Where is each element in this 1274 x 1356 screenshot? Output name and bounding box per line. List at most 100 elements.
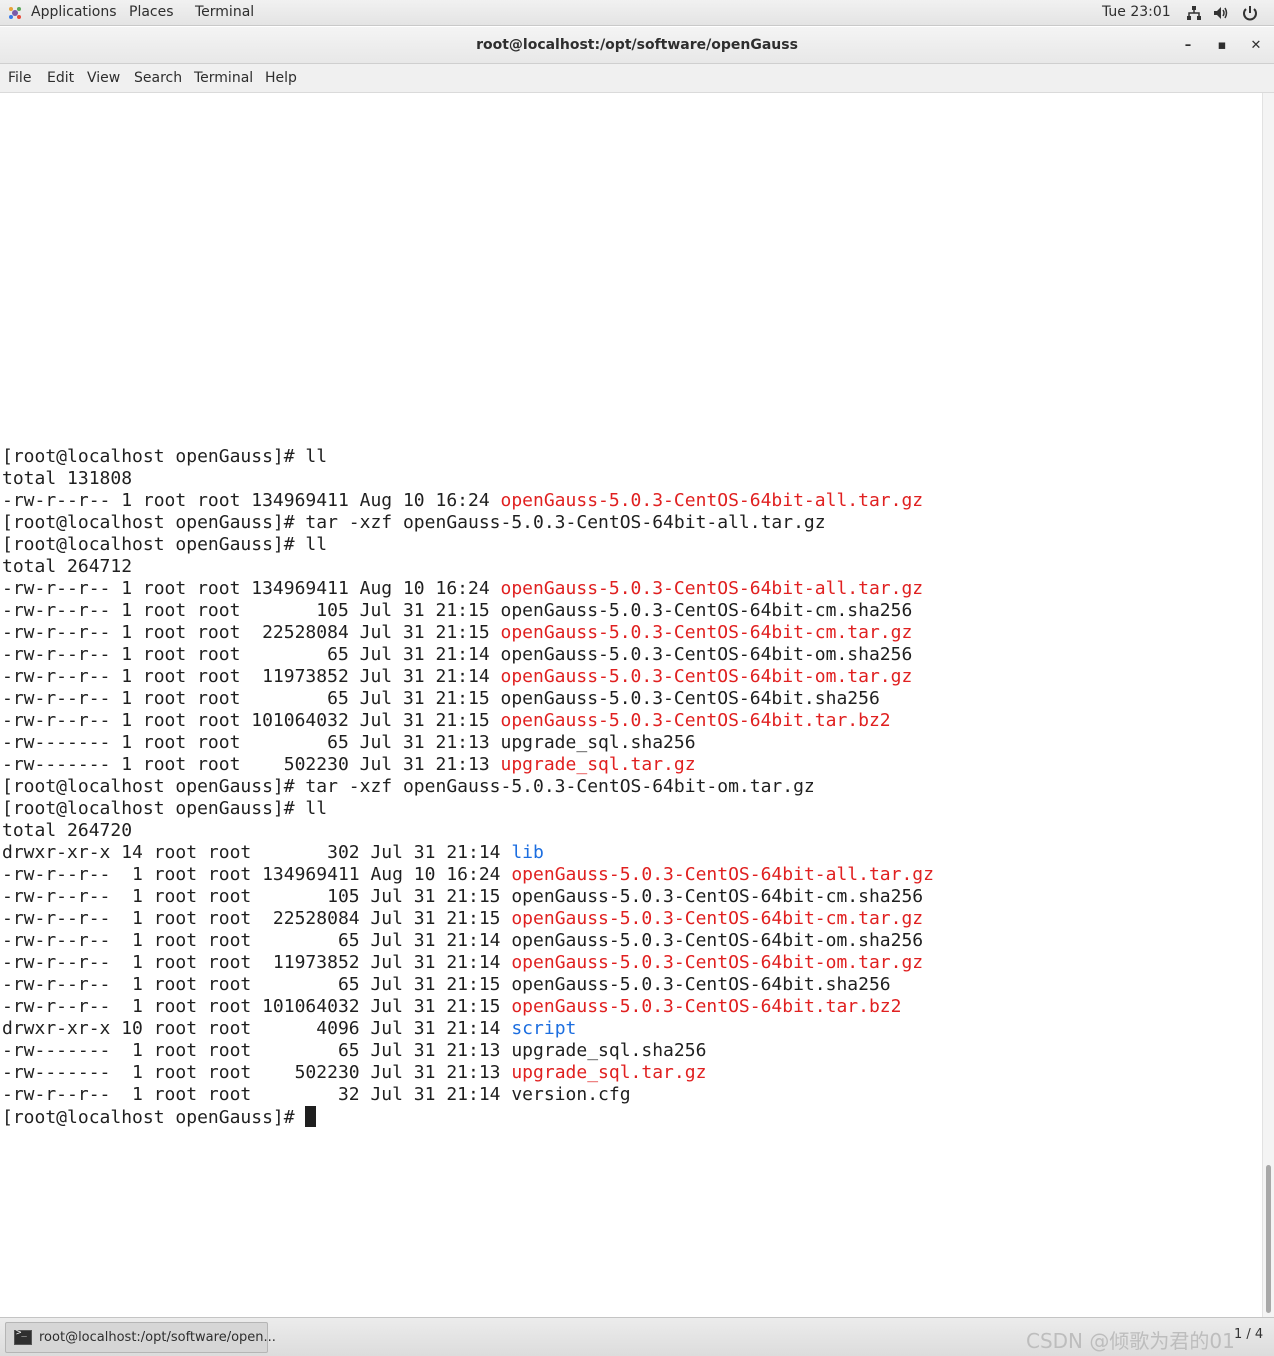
- terminal-line: -rw-r--r-- 1 root root 65 Jul 31 21:15 o…: [2, 688, 934, 710]
- terminal-line: [root@localhost openGauss]# ll: [2, 534, 934, 556]
- archive-file-name: openGauss-5.0.3-CentOS-64bit-om.tar.gz: [511, 952, 924, 973]
- terminal-text-segment: -rw------- 1 root root 65 Jul 31 21:13 u…: [2, 732, 696, 753]
- terminal-text-segment: -rw-r--r-- 1 root root 22528084 Jul 31 2…: [2, 622, 501, 643]
- power-icon[interactable]: [1241, 4, 1259, 22]
- terminal-line: -rw-r--r-- 1 root root 11973852 Jul 31 2…: [2, 666, 934, 688]
- terminal-line: -rw-r--r-- 1 root root 105 Jul 31 21:15 …: [2, 600, 934, 622]
- archive-file-name: openGauss-5.0.3-CentOS-64bit-all.tar.gz: [500, 578, 924, 599]
- terminal-text-segment: -rw------- 1 root root 502230 Jul 31 21:…: [2, 754, 501, 775]
- terminal-line: drwxr-xr-x 10 root root 4096 Jul 31 21:1…: [2, 1018, 934, 1040]
- workspace-pager[interactable]: 1 / 4: [1234, 1327, 1263, 1342]
- terminal-text-segment: -rw-r--r-- 1 root root 22528084 Jul 31 2…: [2, 908, 512, 929]
- terminal-text-segment: [root@localhost openGauss]# ll: [2, 534, 328, 555]
- terminal-text-segment: -rw-r--r-- 1 root root 65 Jul 31 21:14 o…: [2, 644, 913, 665]
- terminal-line: -rw-r--r-- 1 root root 11973852 Jul 31 2…: [2, 952, 934, 974]
- terminal-line: -rw-r--r-- 1 root root 22528084 Jul 31 2…: [2, 622, 934, 644]
- menu-terminal[interactable]: Terminal: [194, 70, 253, 86]
- applications-menu[interactable]: Applications: [31, 4, 117, 20]
- terminal-text-segment: -rw-r--r-- 1 root root 11973852 Jul 31 2…: [2, 952, 512, 973]
- archive-file-name: openGauss-5.0.3-CentOS-64bit.tar.bz2: [500, 710, 891, 731]
- directory-name: lib: [511, 842, 544, 863]
- terminal-line: [root@localhost openGauss]# tar -xzf ope…: [2, 512, 934, 534]
- archive-file-name: upgrade_sql.tar.gz: [500, 754, 696, 775]
- top-panel: Applications Places Terminal Tue 23:01: [0, 0, 1274, 26]
- terminal-text-segment: total 131808: [2, 468, 133, 489]
- terminal-line: -rw-r--r-- 1 root root 65 Jul 31 21:14 o…: [2, 644, 934, 666]
- terminal-line: total 264720: [2, 820, 934, 842]
- menu-search[interactable]: Search: [134, 70, 182, 86]
- terminal-line: -rw-r--r-- 1 root root 101064032 Jul 31 …: [2, 996, 934, 1018]
- terminal-text-segment: -rw-r--r-- 1 root root 105 Jul 31 21:15 …: [2, 886, 924, 907]
- terminal-text-segment: drwxr-xr-x 14 root root 302 Jul 31 21:14: [2, 842, 512, 863]
- archive-file-name: openGauss-5.0.3-CentOS-64bit.tar.bz2: [511, 996, 902, 1017]
- terminal-app-menu[interactable]: Terminal: [195, 4, 254, 20]
- menu-help[interactable]: Help: [265, 70, 297, 86]
- terminal-text-segment: -rw-r--r-- 1 root root 65 Jul 31 21:15 o…: [2, 974, 891, 995]
- terminal-line: [root@localhost openGauss]# tar -xzf ope…: [2, 776, 934, 798]
- close-button[interactable]: ✕: [1246, 36, 1266, 56]
- terminal-line: drwxr-xr-x 14 root root 302 Jul 31 21:14…: [2, 842, 934, 864]
- terminal-text: [root@localhost openGauss]# ll total 1318…: [2, 446, 934, 1128]
- terminal-text-segment: -rw-r--r-- 1 root root 105 Jul 31 21:15 …: [2, 600, 913, 621]
- terminal-line: total 264712: [2, 556, 934, 578]
- terminal-text-segment: -rw-r--r-- 1 root root 101064032 Jul 31 …: [2, 996, 512, 1017]
- minimize-button[interactable]: –: [1178, 36, 1198, 56]
- archive-file-name: openGauss-5.0.3-CentOS-64bit-om.tar.gz: [500, 666, 913, 687]
- terminal-text-segment: -rw-r--r-- 1 root root 134969411 Aug 10 …: [2, 864, 512, 885]
- terminal-text-segment: [root@localhost openGauss]# ll: [2, 798, 328, 819]
- clock[interactable]: Tue 23:01: [1102, 4, 1171, 20]
- terminal-line: -rw-r--r-- 1 root root 65 Jul 31 21:14 o…: [2, 930, 934, 952]
- menu-view[interactable]: View: [87, 70, 120, 86]
- terminal-text-segment: -rw-r--r-- 1 root root 11973852 Jul 31 2…: [2, 666, 501, 687]
- terminal-line: -rw-r--r-- 1 root root 134969411 Aug 10 …: [2, 578, 934, 600]
- terminal-line: [root@localhost openGauss]# ll: [2, 446, 934, 468]
- terminal-line: [root@localhost openGauss]#: [2, 1106, 934, 1128]
- archive-file-name: openGauss-5.0.3-CentOS-64bit-all.tar.gz: [511, 864, 934, 885]
- terminal-line: -rw-r--r-- 1 root root 65 Jul 31 21:15 o…: [2, 974, 934, 996]
- terminal-text-segment: -rw------- 1 root root 65 Jul 31 21:13 u…: [2, 1040, 707, 1061]
- scrollbar-thumb[interactable]: [1266, 1165, 1271, 1313]
- terminal-text-segment: total 264712: [2, 556, 133, 577]
- terminal-line: -rw------- 1 root root 502230 Jul 31 21:…: [2, 1062, 934, 1084]
- vertical-scrollbar[interactable]: [1262, 93, 1274, 1317]
- network-icon[interactable]: [1185, 4, 1203, 22]
- terminal-text-segment: [root@localhost openGauss]# ll: [2, 446, 328, 467]
- window-titlebar[interactable]: root@localhost:/opt/software/openGauss –…: [0, 27, 1274, 64]
- watermark: CSDN @倾歌为君的01: [1026, 1329, 1235, 1353]
- terminal-output[interactable]: [root@localhost openGauss]# ll total 1318…: [0, 93, 1262, 1317]
- places-menu[interactable]: Places: [129, 4, 174, 20]
- terminal-line: -rw------- 1 root root 65 Jul 31 21:13 u…: [2, 732, 934, 754]
- terminal-text-segment: [root@localhost openGauss]# tar -xzf ope…: [2, 512, 826, 533]
- terminal-line: -rw------- 1 root root 65 Jul 31 21:13 u…: [2, 1040, 934, 1062]
- terminal-line: -rw-r--r-- 1 root root 105 Jul 31 21:15 …: [2, 886, 934, 908]
- terminal-text-segment: -rw-r--r-- 1 root root 101064032 Jul 31 …: [2, 710, 501, 731]
- volume-icon[interactable]: [1212, 4, 1230, 22]
- menu-edit[interactable]: Edit: [47, 70, 74, 86]
- terminal-text-segment: -rw-r--r-- 1 root root 32 Jul 31 21:14 v…: [2, 1084, 631, 1105]
- terminal-text-segment: [root@localhost openGauss]# tar -xzf ope…: [2, 776, 815, 797]
- archive-file-name: openGauss-5.0.3-CentOS-64bit-cm.tar.gz: [500, 622, 913, 643]
- terminal-text-segment: -rw-r--r-- 1 root root 134969411 Aug 10 …: [2, 490, 501, 511]
- terminal-line: total 131808: [2, 468, 934, 490]
- directory-name: script: [511, 1018, 577, 1039]
- window-title: root@localhost:/opt/software/openGauss: [476, 37, 798, 53]
- taskbar-terminal-window[interactable]: root@localhost:/opt/software/open...: [5, 1322, 276, 1353]
- terminal-line: -rw-r--r-- 1 root root 101064032 Jul 31 …: [2, 710, 934, 732]
- archive-file-name: openGauss-5.0.3-CentOS-64bit-all.tar.gz: [500, 490, 924, 511]
- menu-bar: File Edit View Search Terminal Help: [0, 64, 1274, 93]
- maximize-button[interactable]: ▪: [1212, 36, 1232, 56]
- applications-icon[interactable]: [8, 6, 22, 20]
- terminal-line: -rw------- 1 root root 502230 Jul 31 21:…: [2, 754, 934, 776]
- menu-file[interactable]: File: [8, 70, 31, 86]
- terminal-line: -rw-r--r-- 1 root root 134969411 Aug 10 …: [2, 490, 934, 512]
- terminal-text-segment: -rw------- 1 root root 502230 Jul 31 21:…: [2, 1062, 512, 1083]
- taskbar-window-label: root@localhost:/opt/software/open...: [39, 1330, 276, 1345]
- archive-file-name: openGauss-5.0.3-CentOS-64bit-cm.tar.gz: [511, 908, 924, 929]
- terminal-text-segment: drwxr-xr-x 10 root root 4096 Jul 31 21:1…: [2, 1018, 512, 1039]
- terminal-cursor: [305, 1106, 317, 1127]
- terminal-text-segment: [root@localhost openGauss]#: [2, 1107, 306, 1128]
- terminal-icon: [14, 1328, 32, 1345]
- terminal-line: -rw-r--r-- 1 root root 22528084 Jul 31 2…: [2, 908, 934, 930]
- terminal-line: -rw-r--r-- 1 root root 32 Jul 31 21:14 v…: [2, 1084, 934, 1106]
- bottom-taskbar: root@localhost:/opt/software/open... CSD…: [0, 1317, 1274, 1356]
